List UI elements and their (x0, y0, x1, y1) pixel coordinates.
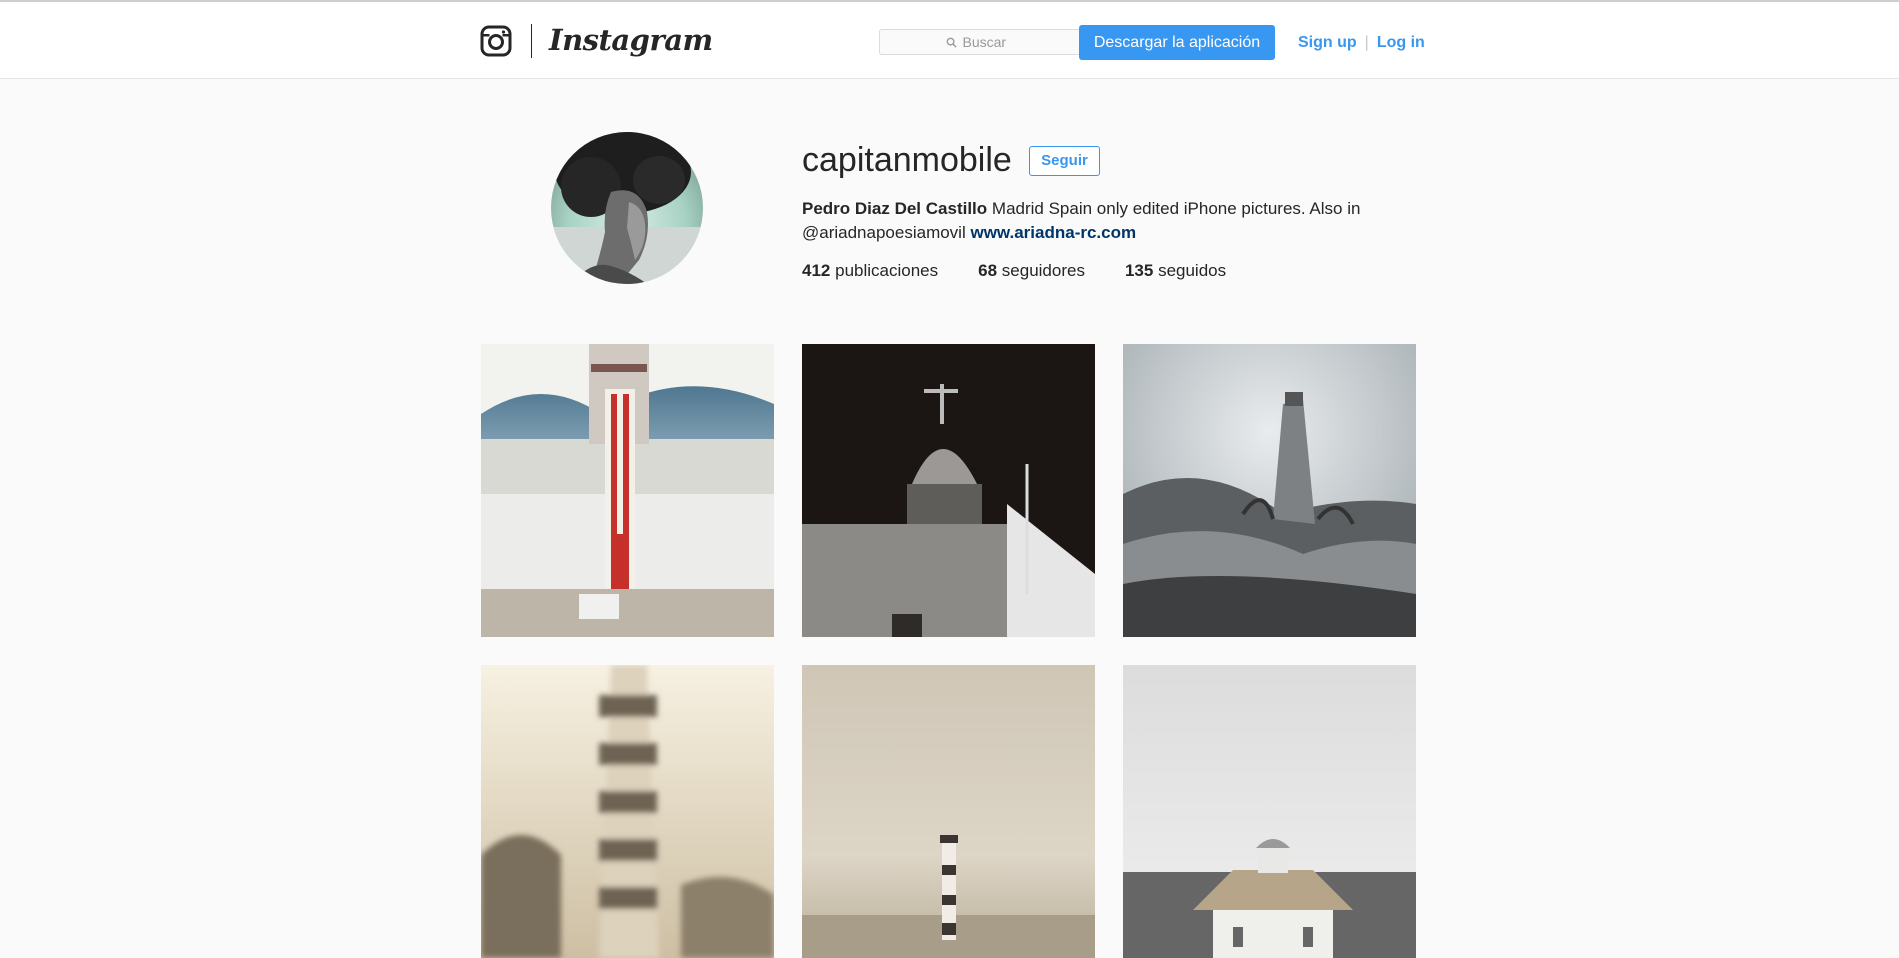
profile-website-link[interactable]: www.ariadna-rc.com (970, 223, 1136, 242)
sign-up-link[interactable]: Sign up (1298, 34, 1357, 51)
profile-username: capitanmobile (802, 141, 1012, 179)
search-input[interactable] (962, 34, 1023, 50)
stat-count: 68 (978, 261, 998, 280)
top-navigation-bar: Instagram Descargar la aplicación Sign u… (0, 2, 1899, 79)
photo-tile[interactable] (481, 665, 774, 958)
logo-divider (531, 24, 532, 58)
photo-grid (481, 344, 1416, 958)
photo-tile[interactable] (802, 665, 1095, 958)
profile-bio: Pedro Diaz Del Castillo Madrid Spain onl… (802, 197, 1362, 245)
stat-count: 135 (1124, 261, 1154, 280)
log-in-link[interactable]: Log in (1377, 34, 1425, 51)
instagram-camera-icon[interactable] (480, 25, 512, 57)
follow-button[interactable]: Seguir (1029, 146, 1100, 176)
profile-full-name: Pedro Diaz Del Castillo (802, 199, 988, 218)
photo-tile[interactable] (802, 344, 1095, 637)
stat-following[interactable]: 135 seguidos (1125, 259, 1226, 283)
photo-tile[interactable] (481, 344, 774, 637)
instagram-wordmark[interactable]: Instagram (549, 20, 713, 60)
stat-label: seguidores (1001, 261, 1085, 280)
profile-stats: 412 publicaciones 68 seguidores 135 segu… (802, 259, 1266, 283)
search-icon (946, 37, 957, 48)
profile-avatar (551, 132, 703, 284)
auth-separator: | (1364, 34, 1369, 51)
stat-count: 412 (802, 261, 831, 280)
stat-label: publicaciones (835, 261, 939, 280)
stat-followers[interactable]: 68 seguidores (978, 259, 1085, 283)
download-app-button[interactable]: Descargar la aplicación (1079, 25, 1275, 60)
photo-tile[interactable] (1123, 665, 1416, 958)
stat-label: seguidos (1158, 261, 1227, 280)
photo-tile[interactable] (1123, 344, 1416, 637)
stat-posts: 412 publicaciones (802, 259, 938, 283)
auth-links: Sign up | Log in (1298, 32, 1425, 54)
search-field[interactable] (879, 29, 1089, 55)
